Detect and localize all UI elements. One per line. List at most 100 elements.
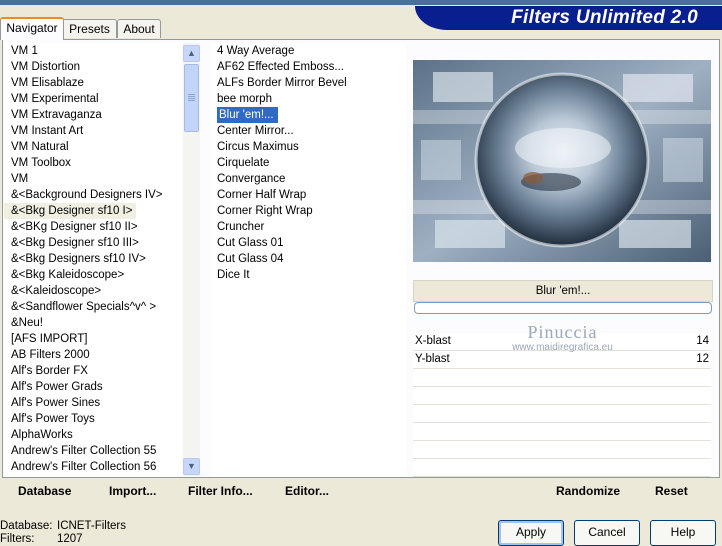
category-list[interactable]: VM 1 VM Distortion VM Elisablaze VM Experim… — [4, 43, 182, 476]
category-item[interactable]: VM — [4, 171, 182, 187]
category-item[interactable]: &<Background Designers IV> — [4, 187, 182, 203]
category-item[interactable]: AlphaWorks — [4, 427, 182, 443]
category-item-label: VM 1 — [11, 45, 38, 57]
filter-item-label: Corner Right Wrap — [217, 205, 313, 217]
scroll-down-button[interactable]: ▼ — [183, 458, 200, 475]
preview-image — [413, 60, 711, 262]
filter-item[interactable]: ALFs Border Mirror Bevel — [212, 75, 406, 91]
banner-title: Filters Unlimited 2.0 — [511, 7, 698, 28]
filter-item[interactable]: Cut Glass 01 — [212, 235, 406, 251]
tab-navigator[interactable]: Navigator — [0, 17, 64, 40]
filter-item[interactable]: Cruncher — [212, 219, 406, 235]
category-item[interactable]: &<Kaleidoscope> — [4, 283, 182, 299]
category-item-label: &<Background Designers IV> — [11, 189, 163, 201]
filter-item[interactable]: 4 Way Average — [212, 43, 406, 59]
window-top-band — [0, 0, 722, 5]
category-item[interactable]: VM Toolbox — [4, 155, 182, 171]
filter-item[interactable]: Blur 'em!... — [212, 107, 406, 123]
filter-item[interactable]: Center Mirror... — [212, 123, 406, 139]
category-item-label: Alf's Border FX — [11, 365, 88, 377]
filter-item-label: Corner Half Wrap — [217, 189, 307, 201]
tab-presets[interactable]: Presets — [62, 19, 117, 38]
param-row-empty — [413, 405, 711, 423]
category-item[interactable]: &<Bkg Designer sf10 I> — [4, 203, 182, 219]
import-button[interactable]: Import... — [109, 484, 156, 498]
category-item[interactable]: Alf's Power Sines — [4, 395, 182, 411]
category-item-label: Alf's Power Toys — [11, 413, 95, 425]
filter-item[interactable]: Corner Right Wrap — [212, 203, 406, 219]
list-actions-bar: Database Import... Filter Info... Editor… — [4, 478, 406, 504]
filter-item-label: AF62 Effected Emboss... — [217, 61, 344, 73]
category-item[interactable]: VM Experimental — [4, 91, 182, 107]
category-item-label: AB Filters 2000 — [11, 349, 90, 361]
filter-item[interactable]: Dice It — [212, 267, 406, 283]
category-item[interactable]: [AFS IMPORT] — [4, 331, 182, 347]
param-value[interactable]: 12 — [696, 351, 709, 368]
category-item[interactable]: &<Bkg Designer sf10 III> — [4, 235, 182, 251]
category-item-label: [AFS IMPORT] — [11, 333, 88, 345]
apply-button[interactable]: Apply — [498, 520, 564, 546]
filter-item[interactable]: Cut Glass 04 — [212, 251, 406, 267]
category-item[interactable]: Andrew's Filter Collection 55 — [4, 443, 182, 459]
category-item[interactable]: &<BKg Designer sf10 II> — [4, 219, 182, 235]
category-item-label: VM Experimental — [11, 93, 99, 105]
tab-about[interactable]: About — [117, 19, 161, 38]
param-row[interactable]: X-blast 14 — [413, 333, 711, 351]
category-item-label: &<BKg Designer sf10 II> — [11, 221, 138, 233]
category-item-label: &Neu! — [11, 317, 43, 329]
category-item-label: VM Instant Art — [11, 125, 84, 137]
randomize-button[interactable]: Randomize — [556, 484, 620, 498]
category-scrollbar[interactable]: ▲ ▼ — [183, 43, 200, 476]
param-row[interactable]: Y-blast 12 — [413, 351, 711, 369]
category-item[interactable]: Andrew's Filter Collection 56 — [4, 459, 182, 475]
param-value[interactable]: 14 — [696, 333, 709, 350]
category-item-label: VM Extravaganza — [11, 109, 102, 121]
filter-item[interactable]: AF62 Effected Emboss... — [212, 59, 406, 75]
param-name: X-blast — [415, 335, 451, 347]
cancel-button[interactable]: Cancel — [574, 520, 640, 546]
editor-button[interactable]: Editor... — [285, 484, 329, 498]
status-filters-label: Filters: — [0, 533, 35, 545]
filter-item[interactable]: Cirquelate — [212, 155, 406, 171]
param-row-empty — [413, 387, 711, 405]
category-item[interactable]: AB Filters 2000 — [4, 347, 182, 363]
category-item[interactable]: VM Distortion — [4, 59, 182, 75]
category-item[interactable]: &Neu! — [4, 315, 182, 331]
filter-item-label: 4 Way Average — [217, 45, 295, 57]
reset-button[interactable]: Reset — [655, 484, 688, 498]
filter-item-label: Cruncher — [217, 221, 265, 233]
filter-name-label: Blur 'em!... — [413, 280, 713, 302]
category-item-label: &<Bkg Designer sf10 I> — [4, 203, 137, 219]
scroll-up-button[interactable]: ▲ — [183, 45, 200, 62]
status-database-value: ICNET-Filters — [57, 520, 126, 532]
category-item[interactable]: Alf's Power Toys — [4, 411, 182, 427]
category-item-label: Alf's Power Grads — [11, 381, 103, 393]
filter-item[interactable]: Convergance — [212, 171, 406, 187]
category-item[interactable]: Alf's Power Grads — [4, 379, 182, 395]
filter-item[interactable]: bee morph — [212, 91, 406, 107]
category-item[interactable]: &<Sandflower Specials^v^ > — [4, 299, 182, 315]
category-item[interactable]: VM Natural — [4, 139, 182, 155]
category-item[interactable]: VM Instant Art — [4, 123, 182, 139]
category-item-label: Andrew's Filter Collection 55 — [11, 445, 157, 457]
filter-item-label: bee morph — [217, 93, 272, 105]
filter-item[interactable]: Corner Half Wrap — [212, 187, 406, 203]
scroll-thumb[interactable] — [184, 64, 199, 132]
param-actions-bar: Randomize Reset — [413, 478, 711, 504]
category-item[interactable]: VM Elisablaze — [4, 75, 182, 91]
filter-item-label: Cut Glass 01 — [217, 237, 284, 249]
title-banner: Filters Unlimited 2.0 — [415, 6, 722, 30]
category-item[interactable]: &<Bkg Kaleidoscope> — [4, 267, 182, 283]
category-item[interactable]: &<Bkg Designers sf10 IV> — [4, 251, 182, 267]
status-filters: Filters: 1207 — [0, 533, 83, 546]
category-item[interactable]: VM Extravaganza — [4, 107, 182, 123]
category-item[interactable]: VM 1 — [4, 43, 182, 59]
category-item[interactable]: Alf's Border FX — [4, 363, 182, 379]
category-item-label: &<Bkg Designers sf10 IV> — [11, 253, 146, 265]
help-button[interactable]: Help — [650, 520, 716, 546]
filter-item[interactable]: Circus Maximus — [212, 139, 406, 155]
category-item-label: VM Elisablaze — [11, 77, 84, 89]
database-button[interactable]: Database — [18, 484, 71, 498]
filter-list[interactable]: 4 Way Average AF62 Effected Emboss... ALFs… — [212, 43, 406, 476]
filter-info-button[interactable]: Filter Info... — [188, 484, 253, 498]
